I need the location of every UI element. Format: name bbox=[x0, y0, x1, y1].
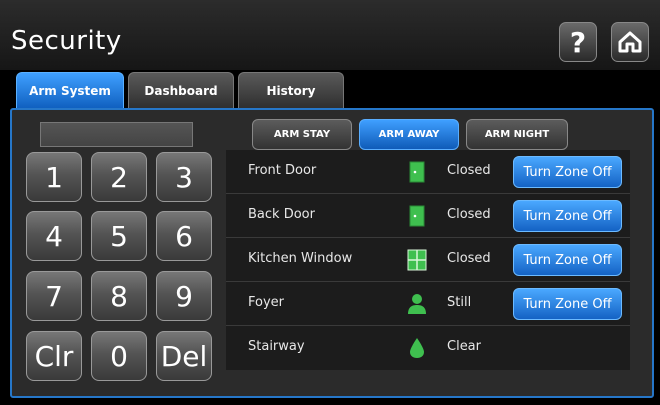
key-3[interactable]: 3 bbox=[156, 152, 212, 202]
window-icon bbox=[407, 249, 427, 271]
turn-zone-off-button[interactable]: Turn Zone Off bbox=[513, 288, 622, 320]
key-7[interactable]: 7 bbox=[26, 271, 82, 321]
tab-history[interactable]: History bbox=[238, 72, 344, 108]
home-button[interactable] bbox=[611, 22, 649, 62]
code-display bbox=[40, 122, 193, 147]
zone-name: Back Door bbox=[248, 207, 315, 222]
key-9[interactable]: 9 bbox=[156, 271, 212, 321]
zone-status: Still bbox=[447, 295, 472, 310]
turn-zone-off-button[interactable]: Turn Zone Off bbox=[513, 156, 622, 188]
key-1[interactable]: 1 bbox=[26, 152, 82, 202]
key-0[interactable]: 0 bbox=[91, 331, 147, 381]
turn-zone-off-button[interactable]: Turn Zone Off bbox=[513, 244, 622, 276]
zone-name: Stairway bbox=[248, 339, 305, 354]
water-drop-icon bbox=[410, 338, 424, 358]
zone-name: Front Door bbox=[248, 163, 317, 178]
zone-row-foyer: Foyer Still Turn Zone Off bbox=[226, 282, 630, 326]
page-title: Security bbox=[11, 26, 122, 56]
zone-row-front-door: Front Door Closed Turn Zone Off bbox=[226, 150, 630, 194]
help-icon: ? bbox=[569, 25, 587, 59]
zone-row-back-door: Back Door Closed Turn Zone Off bbox=[226, 194, 630, 238]
zone-status: Closed bbox=[447, 163, 491, 178]
zone-row-kitchen-window: Kitchen Window Closed Turn Zone Off bbox=[226, 238, 630, 282]
tab-arm-system[interactable]: Arm System bbox=[16, 72, 124, 108]
key-8[interactable]: 8 bbox=[91, 271, 147, 321]
zone-list: Front Door Closed Turn Zone Off Back Doo… bbox=[226, 150, 630, 370]
arm-system-panel: 1 2 3 4 5 6 7 8 9 Clr 0 Del ARM STAY ARM… bbox=[10, 108, 654, 398]
door-icon bbox=[409, 205, 425, 227]
zone-name: Kitchen Window bbox=[248, 251, 353, 266]
zone-row-stairway: Stairway Clear bbox=[226, 326, 630, 370]
arm-stay-button[interactable]: ARM STAY bbox=[252, 119, 352, 150]
zone-status: Clear bbox=[447, 339, 481, 354]
header-bar: Security ? bbox=[0, 0, 660, 70]
turn-zone-off-button[interactable]: Turn Zone Off bbox=[513, 200, 622, 232]
arm-away-button[interactable]: ARM AWAY bbox=[359, 119, 459, 150]
zone-status: Closed bbox=[447, 251, 491, 266]
key-5[interactable]: 5 bbox=[91, 211, 147, 261]
key-2[interactable]: 2 bbox=[91, 152, 147, 202]
key-delete[interactable]: Del bbox=[156, 331, 212, 381]
key-6[interactable]: 6 bbox=[156, 211, 212, 261]
zone-status: Closed bbox=[447, 207, 491, 222]
door-icon bbox=[409, 161, 425, 183]
zone-name: Foyer bbox=[248, 295, 285, 310]
help-button[interactable]: ? bbox=[559, 22, 597, 62]
home-icon bbox=[618, 31, 642, 53]
key-clear[interactable]: Clr bbox=[26, 331, 82, 381]
motion-person-icon bbox=[408, 294, 426, 314]
key-4[interactable]: 4 bbox=[26, 211, 82, 261]
arm-night-button[interactable]: ARM NIGHT bbox=[466, 119, 568, 150]
tab-dashboard[interactable]: Dashboard bbox=[128, 72, 234, 108]
